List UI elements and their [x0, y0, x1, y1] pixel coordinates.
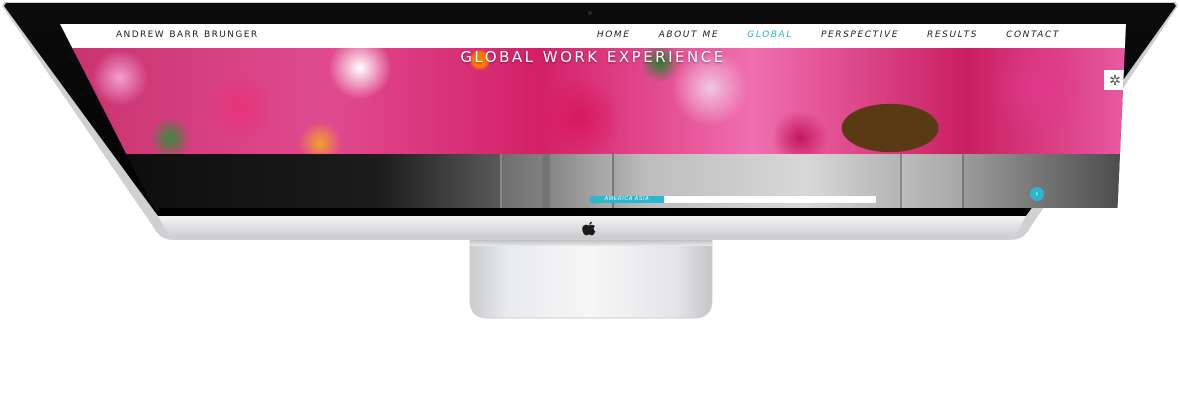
- imac-stand: [469, 239, 713, 319]
